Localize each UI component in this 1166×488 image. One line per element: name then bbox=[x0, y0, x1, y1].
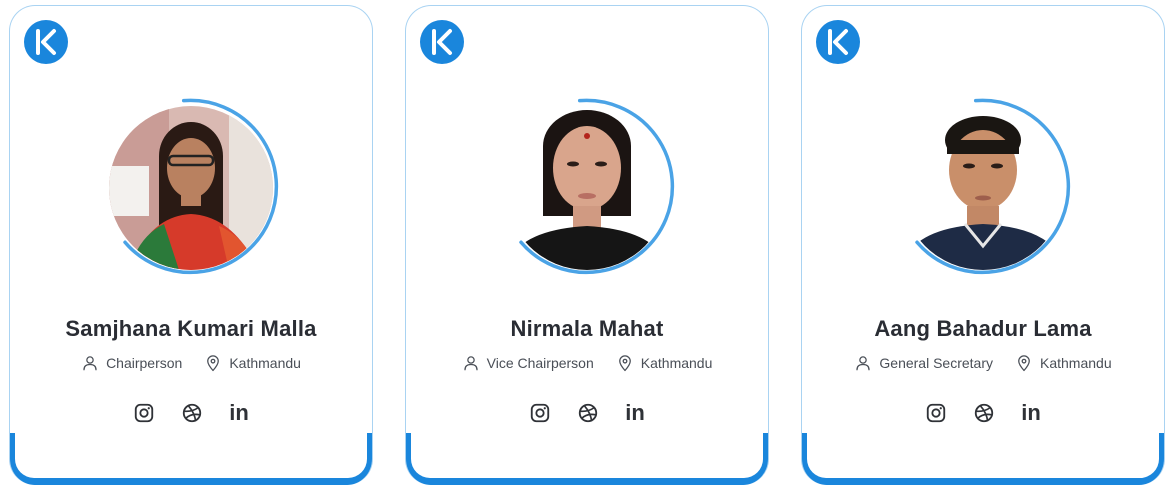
member-meta: Chairperson Kathmandu bbox=[10, 354, 372, 372]
role-label: Chairperson bbox=[106, 355, 183, 371]
card-bottom-accent bbox=[10, 433, 372, 485]
profile-photo bbox=[901, 106, 1065, 270]
dribbble-link[interactable] bbox=[181, 402, 203, 424]
member-role: Chairperson bbox=[81, 354, 182, 372]
member-location: Kathmandu bbox=[1015, 354, 1112, 372]
avatar bbox=[893, 98, 1073, 278]
logo-icon[interactable] bbox=[420, 20, 464, 64]
logo-icon[interactable] bbox=[816, 20, 860, 64]
social-links: in bbox=[406, 402, 768, 424]
member-name: Samjhana Kumari Malla bbox=[65, 316, 317, 341]
location-label: Kathmandu bbox=[229, 355, 301, 371]
social-links: in bbox=[10, 402, 372, 424]
instagram-link[interactable] bbox=[529, 402, 551, 424]
dribbble-link[interactable] bbox=[577, 402, 599, 424]
instagram-link[interactable] bbox=[925, 402, 947, 424]
linkedin-link[interactable]: in bbox=[229, 402, 249, 424]
map-pin-icon bbox=[1018, 355, 1030, 372]
member-card: Nirmala Mahat Vice Chairperson Kathmandu… bbox=[405, 5, 769, 485]
member-meta: General Secretary Kathmandu bbox=[802, 354, 1164, 372]
linkedin-link[interactable]: in bbox=[625, 402, 645, 424]
linkedin-link[interactable]: in bbox=[1021, 402, 1041, 424]
member-role: General Secretary bbox=[854, 354, 993, 372]
dribbble-icon bbox=[579, 403, 598, 423]
member-role: Vice Chairperson bbox=[462, 354, 594, 372]
avatar bbox=[497, 98, 677, 278]
member-card: Aang Bahadur Lama General Secretary Kath… bbox=[801, 5, 1165, 485]
location-label: Kathmandu bbox=[640, 355, 713, 371]
member-name: Nirmala Mahat bbox=[510, 316, 664, 341]
map-pin-icon bbox=[618, 355, 631, 372]
location-label: Kathmandu bbox=[1040, 355, 1112, 371]
role-label: General Secretary bbox=[879, 355, 993, 371]
dribbble-link[interactable] bbox=[973, 402, 995, 424]
role-label: Vice Chairperson bbox=[486, 355, 594, 371]
social-links: in bbox=[802, 402, 1164, 424]
avatar bbox=[101, 98, 281, 278]
dribbble-icon bbox=[183, 403, 202, 423]
instagram-icon bbox=[531, 403, 550, 423]
member-card: Samjhana Kumari Malla Chairperson Kathma… bbox=[9, 5, 373, 485]
user-icon bbox=[856, 356, 871, 371]
member-meta: Vice Chairperson Kathmandu bbox=[406, 354, 768, 372]
instagram-icon bbox=[135, 403, 154, 423]
member-location: Kathmandu bbox=[616, 354, 713, 372]
member-name: Aang Bahadur Lama bbox=[874, 316, 1092, 341]
card-bottom-accent bbox=[406, 433, 768, 485]
profile-photo bbox=[505, 106, 669, 270]
logo-icon[interactable] bbox=[24, 20, 68, 64]
user-icon bbox=[83, 356, 97, 371]
profile-photo bbox=[109, 106, 273, 270]
member-location: Kathmandu bbox=[204, 354, 301, 372]
instagram-icon bbox=[927, 403, 946, 423]
map-pin-icon bbox=[207, 355, 220, 372]
user-icon bbox=[463, 356, 478, 371]
card-bottom-accent bbox=[802, 433, 1164, 485]
dribbble-icon bbox=[975, 403, 994, 423]
instagram-link[interactable] bbox=[133, 402, 155, 424]
